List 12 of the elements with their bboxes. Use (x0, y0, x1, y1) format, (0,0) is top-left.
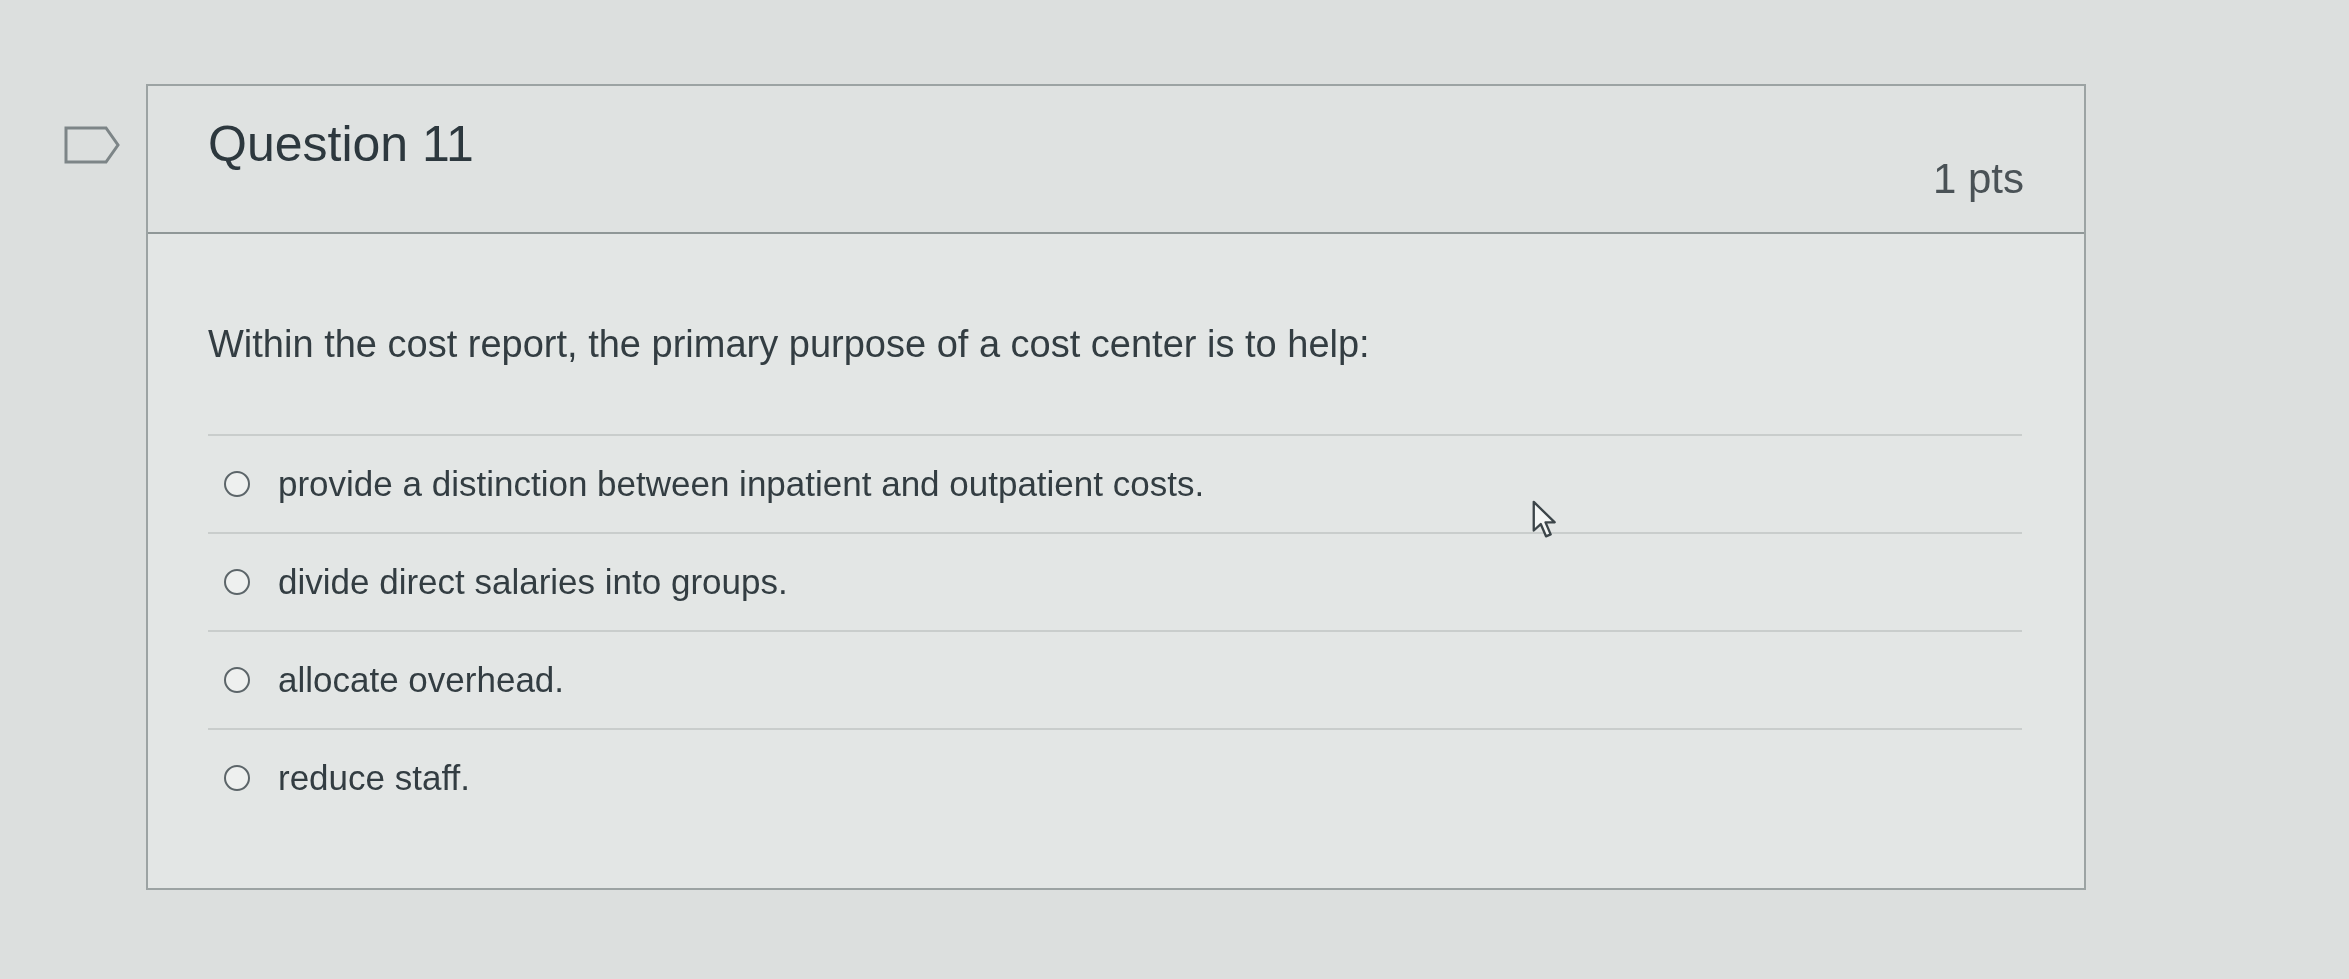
radio-button[interactable] (224, 471, 250, 497)
answer-option[interactable]: allocate overhead. (278, 658, 565, 702)
answer-option[interactable]: divide direct salaries into groups. (278, 560, 788, 604)
question-text: Within the cost report, the primary purpose of a cost center is to help: (208, 322, 1371, 367)
radio-button[interactable] (224, 765, 250, 791)
answer-option[interactable]: reduce staff. (278, 756, 470, 800)
answer-option[interactable]: provide a distinction between inpatient and outpatient costs. (278, 462, 1205, 506)
tag-icon[interactable] (64, 126, 120, 164)
question-title: Question 11 (208, 115, 474, 173)
radio-button[interactable] (224, 667, 250, 693)
points-label: 1 pts (1932, 155, 2024, 203)
radio-button[interactable] (224, 569, 250, 595)
